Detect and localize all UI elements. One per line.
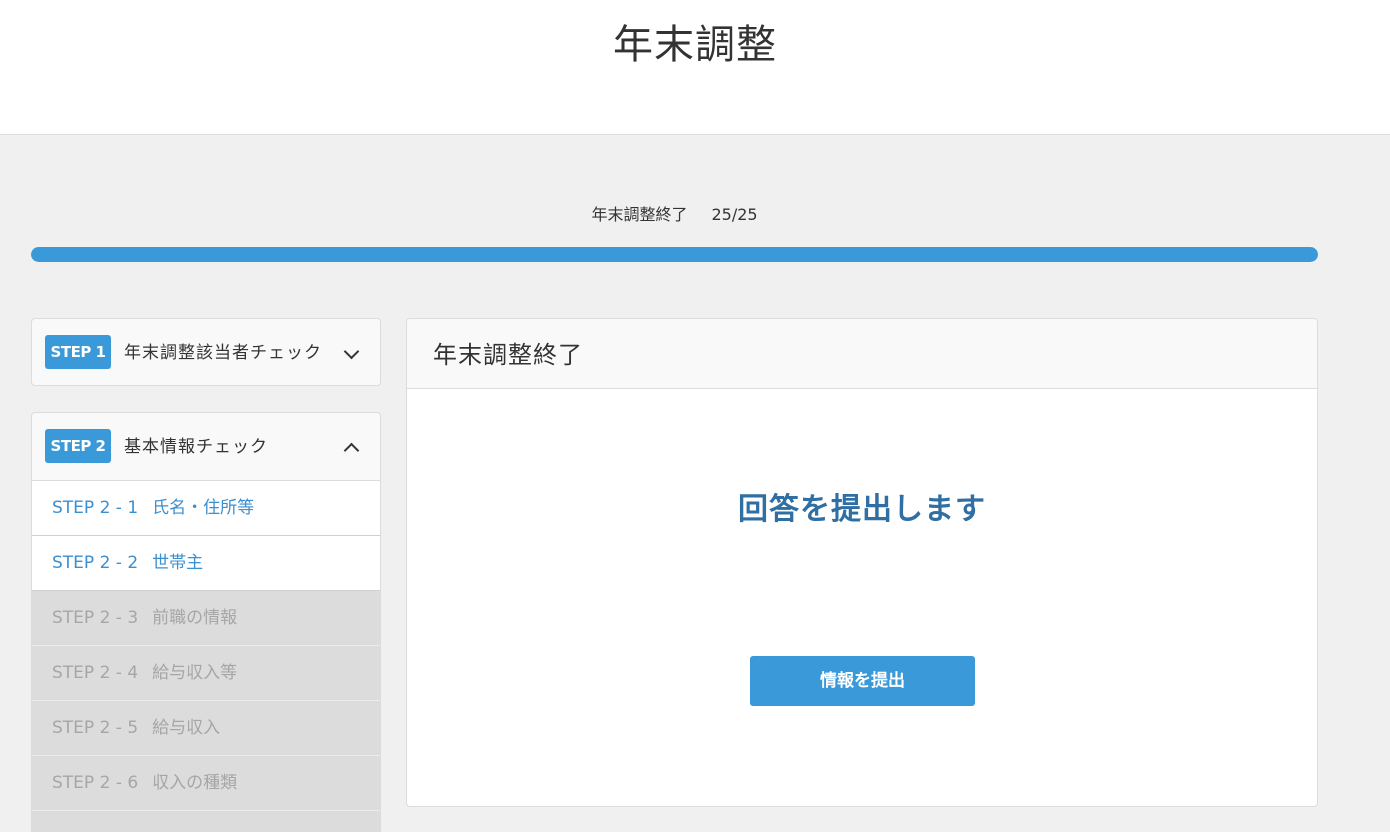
- step2-3-nav-item: STEP 2 - 3 前職の情報: [32, 591, 380, 646]
- progress-label: 年末調整終了: [591, 205, 688, 224]
- step1-badge: STEP 1: [45, 335, 111, 369]
- nav-item-code: STEP 2 - 1: [52, 498, 139, 518]
- submit-info-button[interactable]: 情報を提出: [750, 656, 975, 706]
- chevron-up-icon[interactable]: [343, 442, 360, 459]
- progress-bar: [31, 247, 1318, 262]
- nav-item-code: STEP 2 - 2: [52, 553, 139, 573]
- step1-title: 年末調整該当者チェック: [124, 343, 322, 363]
- step1-panel: STEP 1 年末調整該当者チェック: [31, 318, 381, 386]
- step2-1-nav-item[interactable]: STEP 2 - 1 氏名・住所等: [32, 481, 380, 536]
- step2-header[interactable]: STEP 2 基本情報チェック: [32, 413, 380, 481]
- page-header: 年末調整: [0, 0, 1390, 135]
- nav-item-label: 給与収入等: [152, 663, 238, 683]
- nav-item-code: STEP 2 - 6: [52, 773, 139, 793]
- step2-2-nav-item[interactable]: STEP 2 - 2 世帯主: [32, 536, 380, 591]
- page-title: 年末調整: [613, 22, 777, 68]
- step2-badge: STEP 2: [45, 429, 111, 463]
- main-panel: 年末調整終了 回答を提出します 情報を提出: [406, 318, 1318, 807]
- step2-title: 基本情報チェック: [124, 437, 268, 457]
- nav-item-label: 給与収入: [152, 718, 221, 738]
- nav-item-label: 世帯主: [152, 553, 204, 573]
- nav-item-label: 前職の情報: [152, 608, 238, 628]
- step2-panel: STEP 2 基本情報チェック STEP 2 - 1 氏名・住所等 STEP 2 …: [31, 412, 381, 832]
- main-panel-header: 年末調整終了: [407, 319, 1317, 389]
- main-panel-title: 年末調整終了: [433, 341, 583, 369]
- progress-bar-fill: [31, 247, 1318, 262]
- nav-item-code: STEP 2 - 5: [52, 718, 139, 738]
- step2-6-nav-item: STEP 2 - 6 収入の種類: [32, 756, 380, 811]
- nav-item-code: STEP 2 - 3: [52, 608, 139, 628]
- progress-count: 25/25: [711, 205, 758, 224]
- step2-5-nav-item: STEP 2 - 5 給与収入: [32, 701, 380, 756]
- chevron-down-icon[interactable]: [343, 343, 360, 360]
- progress-status: 年末調整終了 25/25: [31, 204, 1318, 226]
- submit-message: 回答を提出します: [738, 492, 986, 527]
- nav-item-label: 氏名・住所等: [152, 498, 255, 518]
- step2-next-nav-item: [32, 811, 380, 831]
- step2-4-nav-item: STEP 2 - 4 給与収入等: [32, 646, 380, 701]
- nav-item-code: STEP 2 - 4: [52, 663, 139, 683]
- nav-item-label: 収入の種類: [152, 773, 238, 793]
- step1-header[interactable]: STEP 1 年末調整該当者チェック: [32, 319, 380, 387]
